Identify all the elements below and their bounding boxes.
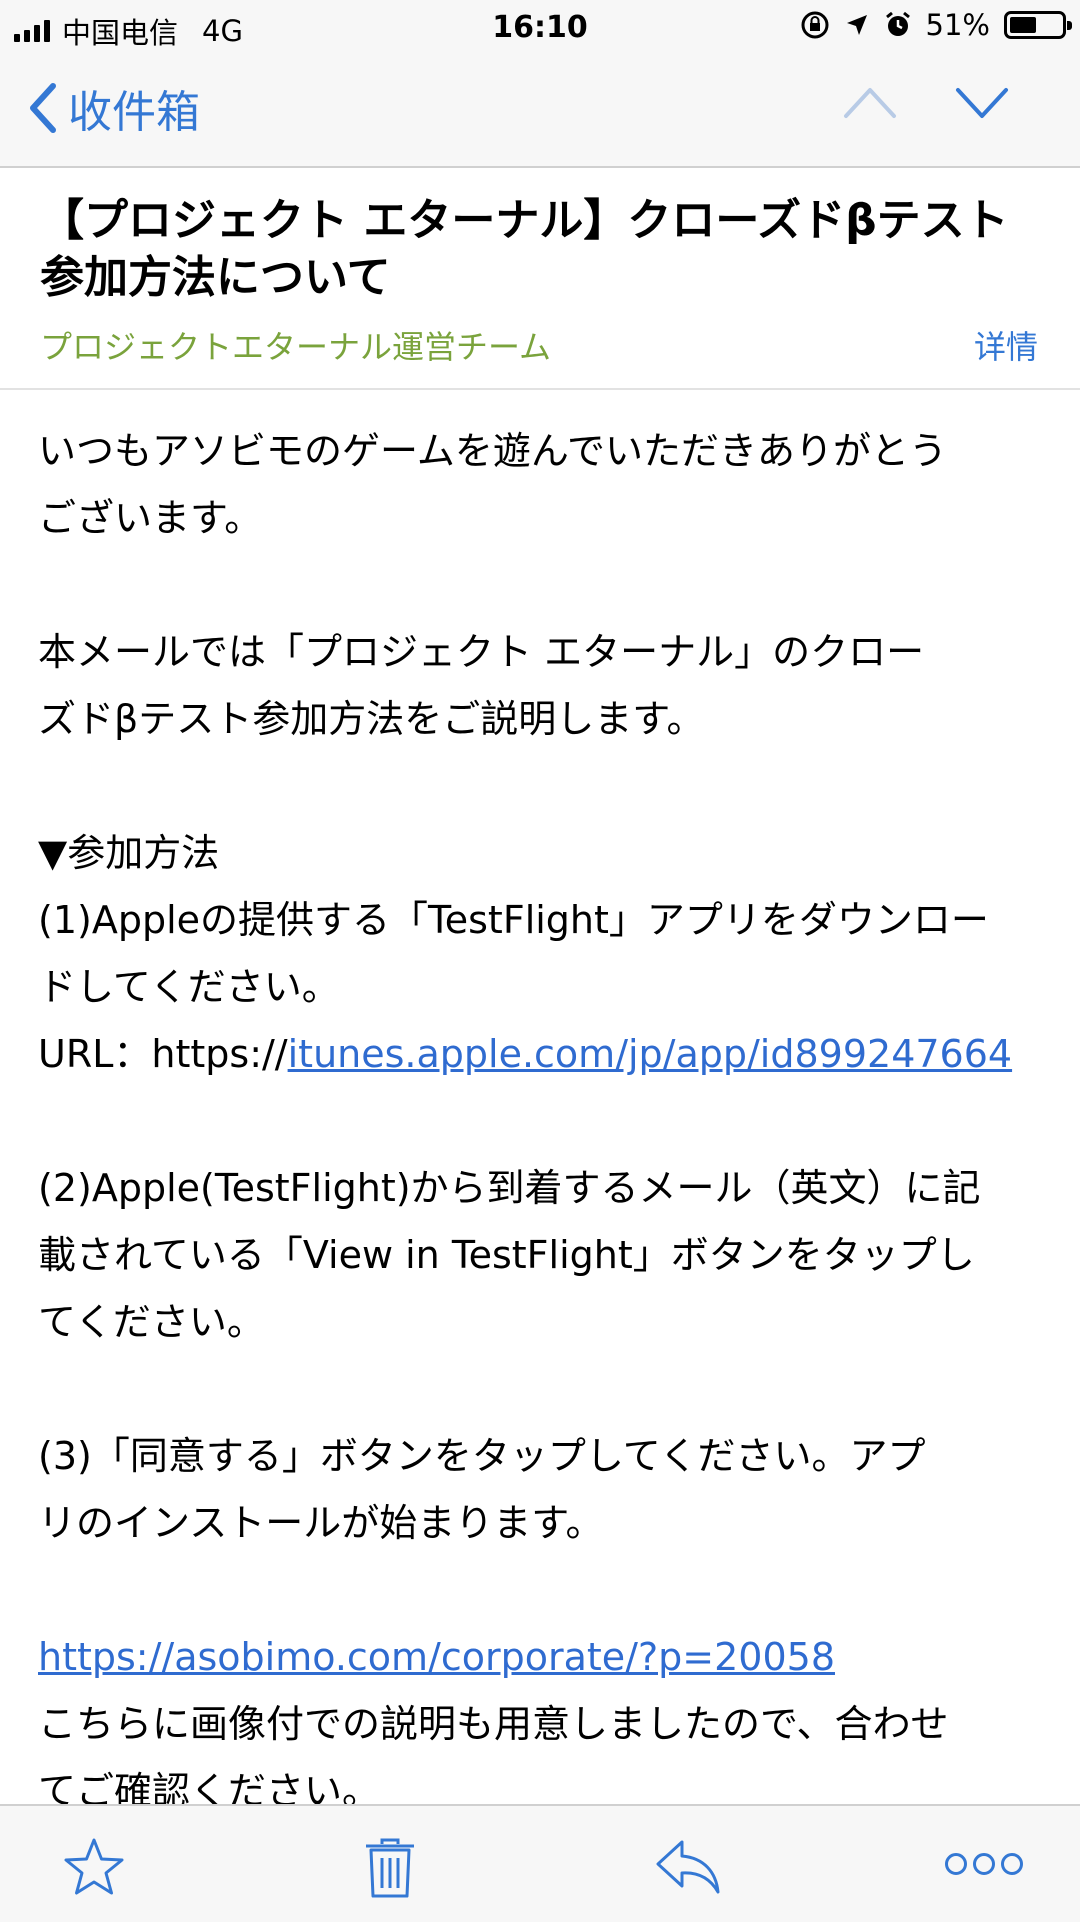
body-line: てください。 [38, 1300, 265, 1344]
body-line: リのインストールが始まります。 [38, 1501, 604, 1545]
status-right: 51% [800, 8, 1072, 42]
body-line: 本メールでは「プロジェクト エターナル」のクロー [38, 630, 925, 674]
body-line: ドしてください。 [38, 965, 340, 1009]
email-subject: 【プロジェクト エターナル】クローズドβテスト 参加方法について [40, 192, 1040, 306]
star-icon [64, 1838, 124, 1895]
body-line: (3)「同意する」ボタンをタップしてください。アプ [38, 1434, 926, 1478]
delete-button[interactable] [364, 1836, 416, 1904]
back-button[interactable]: 收件箱 [28, 76, 200, 140]
reply-icon [656, 1840, 720, 1894]
email-body: いつもアソビモのゲームを遊んでいただきありがとう ございます。 本メールでは「プ… [38, 418, 1048, 1825]
testflight-link[interactable]: itunes.apple.com/jp/app/id899247664 [288, 1032, 1012, 1076]
section-heading: ▼参加方法 [38, 831, 220, 875]
location-icon [846, 15, 867, 35]
header-divider [0, 388, 1080, 390]
battery-icon [1004, 11, 1072, 39]
bottom-toolbar [0, 1804, 1080, 1922]
body-line: ございます。 [38, 496, 263, 540]
url-line: URL：https://itunes.apple.com/jp/app/id89… [38, 1021, 1048, 1088]
more-button[interactable] [944, 1850, 1024, 1882]
rotation-lock-icon [801, 11, 829, 39]
alarm-icon [885, 11, 910, 36]
body-line: ズドβテスト参加方法をご説明します。 [38, 697, 705, 741]
nav-bar: 收件箱 [0, 56, 1080, 168]
body-line: (1)Appleの提供する「TestFlight」アプリをダウンロー [38, 898, 989, 942]
body-line: (2)Apple(TestFlight)から到着するメール（英文）に記 [38, 1166, 981, 1210]
corporate-link[interactable]: https://asobimo.com/corporate/?p=20058 [38, 1635, 835, 1679]
body-line: 載されている「View in TestFlight」ボタンをタップし [38, 1233, 975, 1277]
sender-name[interactable]: プロジェクトエターナル運営チーム [40, 322, 551, 368]
trash-icon [366, 1838, 414, 1898]
back-label: 收件箱 [68, 87, 200, 138]
next-message-icon[interactable] [954, 82, 1010, 122]
battery-percent: 51% [925, 8, 990, 42]
subject-line: 参加方法について [40, 252, 391, 303]
flag-button[interactable] [62, 1836, 126, 1902]
more-icon [945, 1853, 1023, 1875]
subject-line: 【プロジェクト エターナル】クローズドβテスト [40, 195, 1009, 246]
status-bar: 中国电信 4G 16:10 51% [0, 0, 1080, 56]
body-line: こちらに画像付での説明も用意しましたので、合わせ [38, 1702, 949, 1746]
message-navigation [842, 82, 1010, 122]
url-line: https://asobimo.com/corporate/?p=20058 [38, 1624, 1048, 1691]
reply-button[interactable] [654, 1836, 722, 1900]
previous-message-icon[interactable] [842, 82, 898, 122]
details-link[interactable]: 详情 [974, 322, 1038, 368]
url-label: URL：https:// [38, 1032, 288, 1076]
chevron-left-icon [30, 83, 56, 133]
body-line: いつもアソビモのゲームを遊んでいただきありがとう [38, 429, 947, 473]
